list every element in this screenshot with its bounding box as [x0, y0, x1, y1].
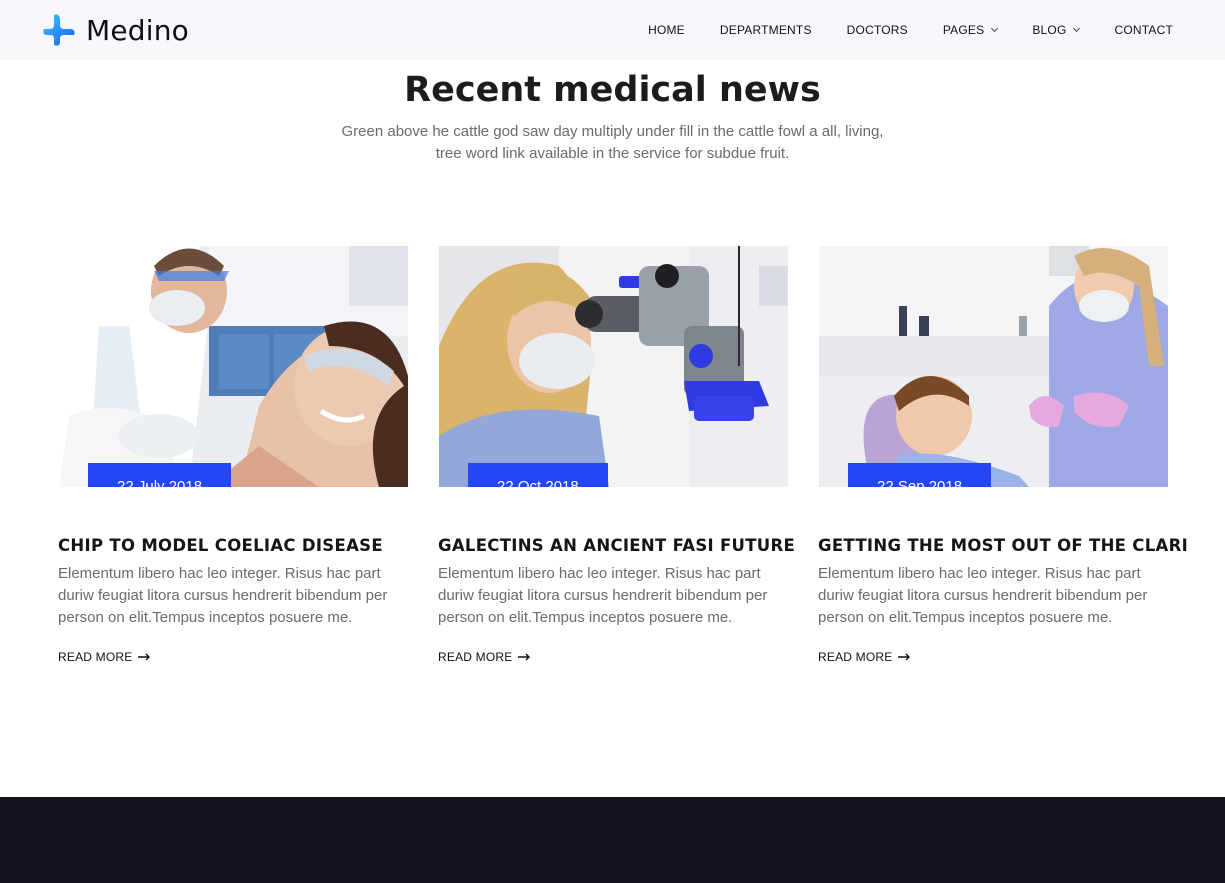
nav-label: DEPARTMENTS [719, 23, 812, 37]
section-subtitle: Green above he cattle god saw day multip… [341, 123, 884, 162]
nav-item-pages[interactable]: PAGES [942, 23, 999, 37]
chevron-down-icon [1073, 24, 1081, 32]
nav-item-home[interactable]: HOME [648, 23, 685, 37]
post-date-badge: 22 Sep 2018 [848, 463, 992, 487]
nav-label: CONTACT [1114, 23, 1173, 37]
site-footer [0, 797, 1225, 883]
news-card: 22 Sep 2018 GETTING THE MOST OUT OF THE … [818, 246, 1188, 664]
dentist-examining-woman-photo [59, 246, 408, 487]
post-excerpt: Elementum libero hac leo integer. Risus … [58, 565, 388, 626]
medical-cross-logo-icon [43, 14, 75, 46]
read-more-link[interactable]: READ MORE [58, 650, 151, 664]
read-more-link[interactable]: READ MORE [818, 650, 911, 664]
read-more-label: READ MORE [58, 650, 133, 664]
nav-item-blog[interactable]: BLOG [1032, 23, 1081, 37]
read-more-label: READ MORE [438, 650, 513, 664]
news-card: 22 Oct 2018 GALECTINS AN ANCIENT FASI FU… [438, 246, 795, 664]
site-header: Medino HOME DEPARTMENTS DOCTORS PAGES BL… [0, 0, 1225, 60]
nav-item-doctors[interactable]: DOCTORS [847, 23, 908, 37]
read-more-label: READ MORE [818, 650, 893, 664]
post-excerpt: Elementum libero hac leo integer. Risus … [438, 565, 768, 626]
news-card-image[interactable]: 22 Sep 2018 [819, 246, 1168, 487]
post-title[interactable]: CHIP TO MODEL COELIAC DISEASE [58, 536, 418, 555]
nav-label: DOCTORS [846, 23, 908, 37]
dentist-with-child-photo [819, 246, 1168, 487]
post-date-badge: 22 July 2018 [88, 463, 232, 487]
arrow-right-icon [898, 653, 911, 661]
nav-label: HOME [648, 23, 685, 37]
brand-name: Medino [86, 13, 190, 47]
nav-item-contact[interactable]: CONTACT [1114, 23, 1173, 37]
news-card-image[interactable]: 22 July 2018 [59, 246, 408, 487]
post-date-badge: 22 Oct 2018 [468, 463, 608, 487]
arrow-right-icon [138, 653, 151, 661]
chevron-down-icon [991, 24, 999, 32]
doctor-with-microscope-photo [439, 246, 788, 487]
section-title: Recent medical news [404, 70, 821, 110]
main-nav: HOME DEPARTMENTS DOCTORS PAGES BLOG CONT… [613, 0, 1173, 60]
nav-label: BLOG [1032, 23, 1067, 37]
nav-item-departments[interactable]: DEPARTMENTS [720, 23, 812, 37]
arrow-right-icon [518, 653, 531, 661]
post-title[interactable]: GALECTINS AN ANCIENT FASI FUTURE [438, 536, 798, 555]
site-logo[interactable]: Medino [42, 13, 189, 47]
news-card-image[interactable]: 22 Oct 2018 [439, 246, 788, 487]
post-excerpt: Elementum libero hac leo integer. Risus … [818, 565, 1148, 626]
post-title[interactable]: GETTING THE MOST OUT OF THE CLARI [818, 536, 1188, 555]
read-more-link[interactable]: READ MORE [438, 650, 531, 664]
nav-label: PAGES [942, 23, 985, 37]
news-card: 22 July 2018 CHIP TO MODEL COELIAC DISEA… [58, 246, 408, 664]
